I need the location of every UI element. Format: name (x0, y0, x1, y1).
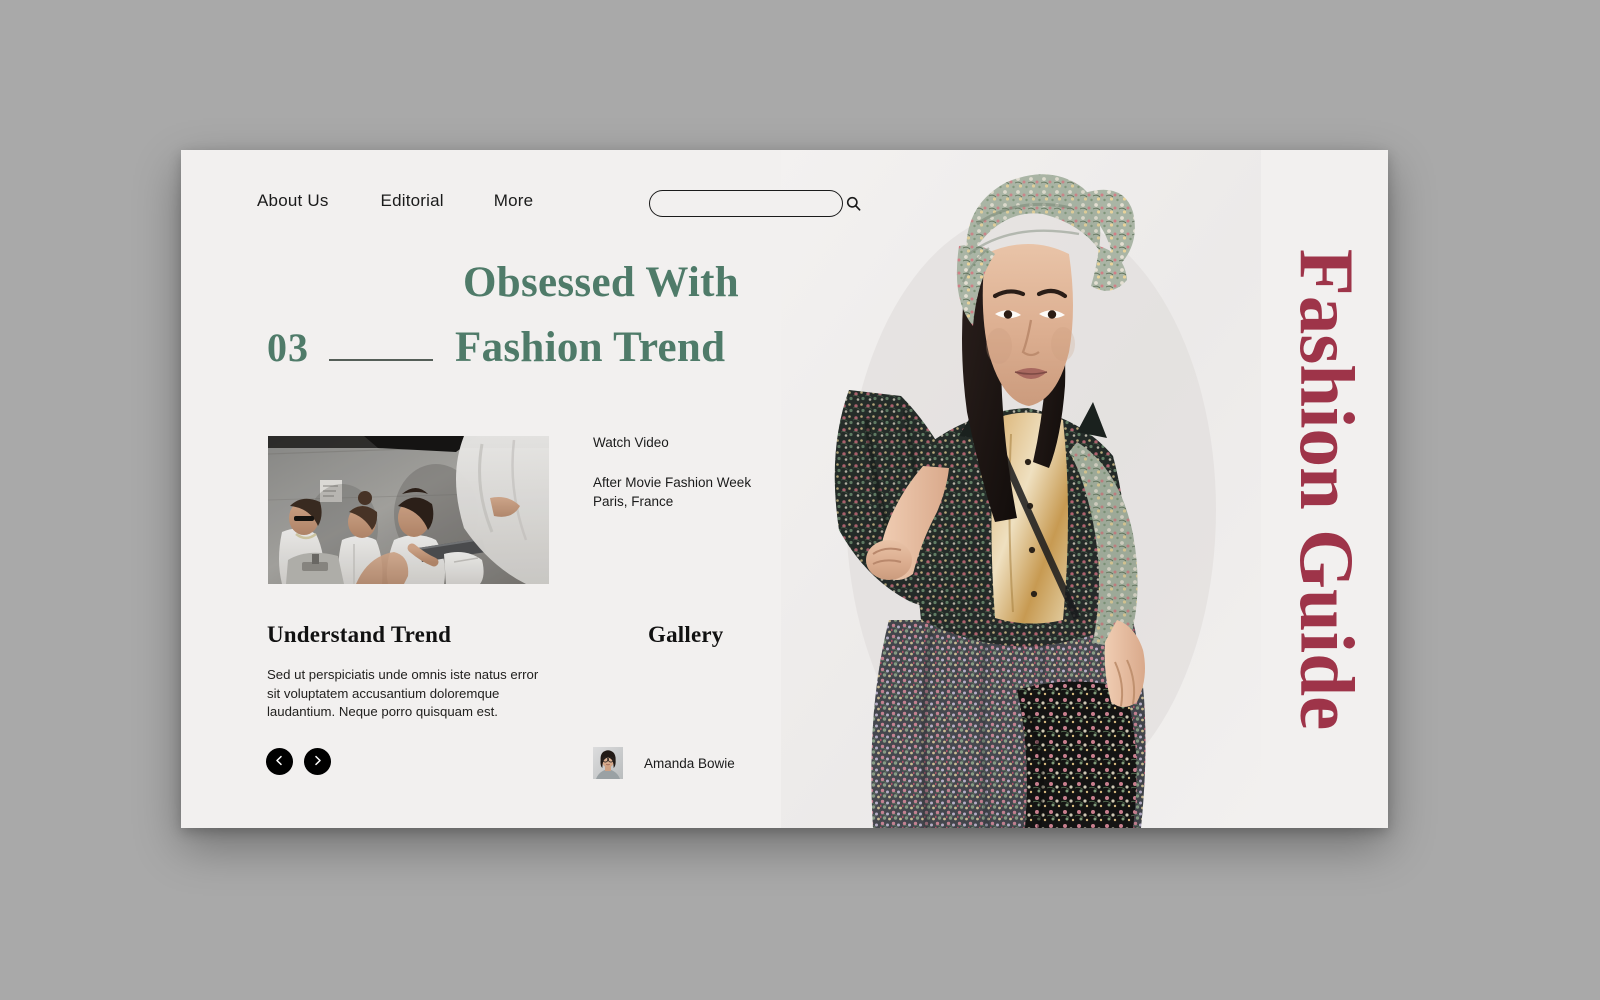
video-caption-line-1: After Movie Fashion Week (593, 475, 752, 490)
nav-item-more[interactable]: More (494, 191, 534, 211)
chevron-right-icon (312, 753, 323, 771)
gallery-title: Gallery (648, 622, 724, 647)
understand-trend-title: Understand Trend (267, 622, 452, 647)
carousel-controls (266, 748, 331, 775)
author-name: Amanda Bowie (644, 755, 735, 771)
nav-item-editorial[interactable]: Editorial (381, 191, 444, 211)
chevron-left-icon (274, 753, 285, 771)
headline-line-2: Fashion Trend (455, 324, 726, 371)
carousel-prev-button[interactable] (266, 748, 293, 775)
floral-outfit-model-photo (781, 150, 1261, 828)
watch-video-block: Watch Video After Movie Fashion Week Par… (593, 435, 793, 511)
understand-trend-block: Understand Trend Sed ut perspiciatis und… (267, 622, 541, 735)
brand-vertical-text: Fashion Guide (1284, 248, 1371, 730)
backstage-models-photo[interactable] (268, 436, 549, 584)
understand-trend-body: Sed ut perspiciatis unde omnis iste natu… (267, 667, 539, 720)
author-row[interactable]: Amanda Bowie (593, 747, 735, 779)
nav-item-about-us[interactable]: About Us (257, 191, 329, 211)
watch-video-link[interactable]: Watch Video (593, 435, 793, 450)
carousel-next-button[interactable] (304, 748, 331, 775)
brand-vertical-title: Fashion Guide (1272, 150, 1382, 828)
search-box[interactable] (649, 190, 861, 217)
issue-number: 03 (267, 325, 309, 370)
issue-divider-rule (329, 358, 433, 361)
main-navigation: About Us Editorial More (257, 191, 533, 211)
headline-line-1: Obsessed With (463, 259, 739, 306)
search-icon[interactable] (846, 196, 861, 211)
avatar (593, 747, 623, 779)
hero-card: Fashion Guide About Us Editorial More Ob… (181, 150, 1388, 828)
search-input[interactable] (650, 191, 846, 216)
video-caption-line-2: Paris, France (593, 493, 674, 509)
hero-headline: Obsessed With 03 Fashion Trend (181, 258, 961, 372)
video-caption: After Movie Fashion Week Paris, France (593, 474, 793, 511)
